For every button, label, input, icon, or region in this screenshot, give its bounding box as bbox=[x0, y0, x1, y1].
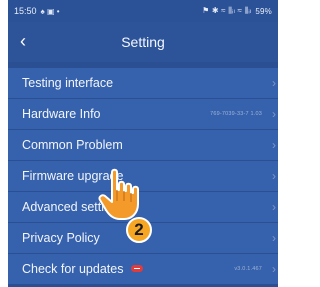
page-title: Setting bbox=[121, 34, 165, 50]
menu-item-label: Check for updates bbox=[22, 262, 124, 276]
update-available-badge bbox=[131, 264, 144, 272]
menu-item-label: Hardware Info bbox=[22, 107, 101, 121]
status-time: 15:50 bbox=[14, 6, 37, 16]
app-version-value: v3.0.1.467 bbox=[234, 266, 262, 272]
menu-item-common-problem[interactable]: Common Problem › bbox=[8, 130, 278, 160]
menu-item-label: Common Problem bbox=[22, 138, 123, 152]
chevron-right-icon: › bbox=[272, 169, 276, 183]
signal-icons: ⚑ ✱ ≈ ⫼ᵢₗ ≈ ⫼ᵢₗ bbox=[202, 6, 252, 15]
hardware-version-value: 769-7039-33-7 1.03 bbox=[210, 111, 262, 117]
app-header: ‹ Setting bbox=[8, 22, 278, 62]
battery-level: 59% bbox=[255, 6, 272, 16]
menu-item-testing-interface[interactable]: Testing interface › bbox=[8, 68, 278, 98]
pointing-hand-icon bbox=[98, 168, 139, 220]
chevron-right-icon: › bbox=[272, 76, 276, 90]
notification-icons: ♠ ▣ • bbox=[40, 6, 60, 16]
step-number-badge: 2 bbox=[126, 217, 152, 243]
menu-item-label: Testing interface bbox=[22, 76, 114, 90]
status-bar: 15:50 ♠ ▣ • ⚑ ✱ ≈ ⫼ᵢₗ ≈ ⫼ᵢₗ 59% bbox=[8, 0, 278, 22]
menu-item-hardware-info[interactable]: Hardware Info 769-7039-33-7 1.03 › bbox=[8, 99, 278, 129]
chevron-right-icon: › bbox=[272, 138, 276, 152]
chevron-right-icon: › bbox=[272, 231, 276, 245]
back-arrow-icon[interactable]: ‹ bbox=[20, 31, 26, 51]
chevron-right-icon: › bbox=[272, 107, 276, 121]
menu-item-label: Privacy Policy bbox=[22, 231, 100, 245]
chevron-right-icon: › bbox=[272, 200, 276, 214]
menu-item-check-for-updates[interactable]: Check for updates v3.0.1.467 › bbox=[8, 254, 278, 284]
phone-screen: 15:50 ♠ ▣ • ⚑ ✱ ≈ ⫼ᵢₗ ≈ ⫼ᵢₗ 59% ‹ Settin… bbox=[8, 0, 278, 287]
chevron-right-icon: › bbox=[272, 262, 276, 276]
